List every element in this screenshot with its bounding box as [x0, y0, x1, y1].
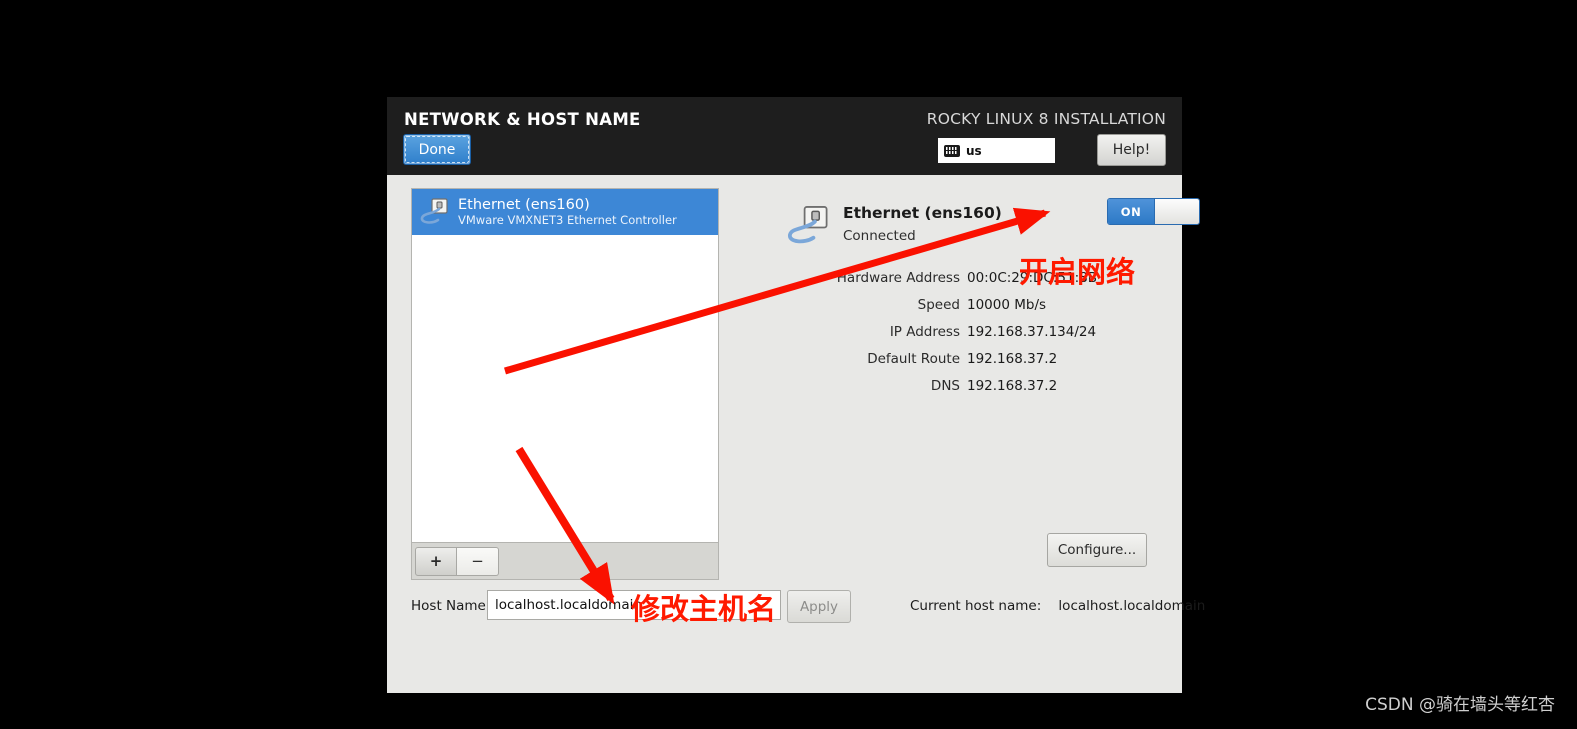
configure-button-label: Configure... — [1057, 542, 1137, 558]
detail-row-ip-address: IP Address 192.168.37.134/24 — [737, 318, 1167, 345]
done-button[interactable]: Done — [403, 134, 471, 165]
page-title: NETWORK & HOST NAME — [404, 110, 641, 129]
device-detail-panel: Ethernet (ens160) Connected ON Hardware … — [737, 188, 1200, 568]
annotation-network-label: 开启网络 — [1019, 255, 1136, 289]
detail-value: 192.168.37.134/24 — [967, 323, 1097, 340]
add-device-button[interactable]: + — [415, 546, 457, 576]
device-description: VMware VMXNET3 Ethernet Controller — [458, 212, 677, 227]
remove-device-button[interactable]: − — [457, 546, 499, 576]
help-button[interactable]: Help! — [1097, 134, 1166, 166]
installer-window: NETWORK & HOST NAME Done ROCKY LINUX 8 I… — [387, 97, 1205, 693]
detail-value: 192.168.37.2 — [967, 377, 1058, 394]
ethernet-icon — [787, 204, 831, 248]
network-on-off-toggle[interactable]: ON — [1107, 198, 1200, 225]
current-hostname: Current host name: localhost.localdomain — [910, 598, 1206, 614]
help-button-label: Help! — [1112, 142, 1151, 158]
list-item-text: Ethernet (ens160) VMware VMXNET3 Etherne… — [458, 197, 677, 226]
annotation-hostname-label: 修改主机名 — [631, 592, 777, 626]
toggle-state-label: ON — [1108, 199, 1154, 224]
remove-device-label: − — [471, 552, 484, 570]
keyboard-layout-indicator[interactable]: us — [938, 138, 1055, 163]
device-detail-title: Ethernet (ens160) — [843, 204, 1002, 222]
device-list-toolbar: + − — [411, 543, 719, 580]
keyboard-icon — [944, 144, 960, 157]
hostname-row: Host Name: Apply Current host name: loca… — [387, 587, 1205, 627]
hostname-label: Host Name: — [411, 598, 491, 614]
detail-row-dns: DNS 192.168.37.2 — [737, 372, 1167, 399]
device-detail-header: Ethernet (ens160) Connected — [787, 204, 1002, 248]
toggle-knob — [1154, 199, 1199, 224]
done-button-label: Done — [418, 141, 456, 158]
configure-button[interactable]: Configure... — [1047, 533, 1147, 567]
detail-row-default-route: Default Route 192.168.37.2 — [737, 345, 1167, 372]
watermark: CSDN @骑在墙头等红杏 — [1365, 695, 1555, 715]
add-device-label: + — [429, 552, 443, 570]
ethernet-icon — [420, 197, 450, 227]
detail-label: Default Route — [867, 350, 960, 367]
detail-row-speed: Speed 10000 Mb/s — [737, 291, 1167, 318]
device-list[interactable]: Ethernet (ens160) VMware VMXNET3 Etherne… — [411, 188, 719, 543]
detail-label: DNS — [930, 377, 960, 394]
keyboard-layout-label: us — [966, 143, 982, 158]
detail-label: Hardware Address — [836, 269, 960, 286]
detail-label: IP Address — [889, 323, 960, 340]
window-header: NETWORK & HOST NAME Done ROCKY LINUX 8 I… — [387, 97, 1182, 175]
device-name: Ethernet (ens160) — [458, 197, 590, 214]
apply-button[interactable]: Apply — [787, 590, 851, 623]
device-detail-text: Ethernet (ens160) Connected — [843, 204, 1002, 244]
detail-label: Speed — [917, 296, 960, 313]
device-connection-status: Connected — [843, 227, 916, 244]
list-item[interactable]: Ethernet (ens160) VMware VMXNET3 Etherne… — [412, 189, 718, 235]
apply-button-label: Apply — [799, 598, 839, 615]
installation-title: ROCKY LINUX 8 INSTALLATION — [926, 110, 1166, 128]
detail-value: 10000 Mb/s — [967, 296, 1047, 313]
detail-value: 192.168.37.2 — [967, 350, 1058, 367]
